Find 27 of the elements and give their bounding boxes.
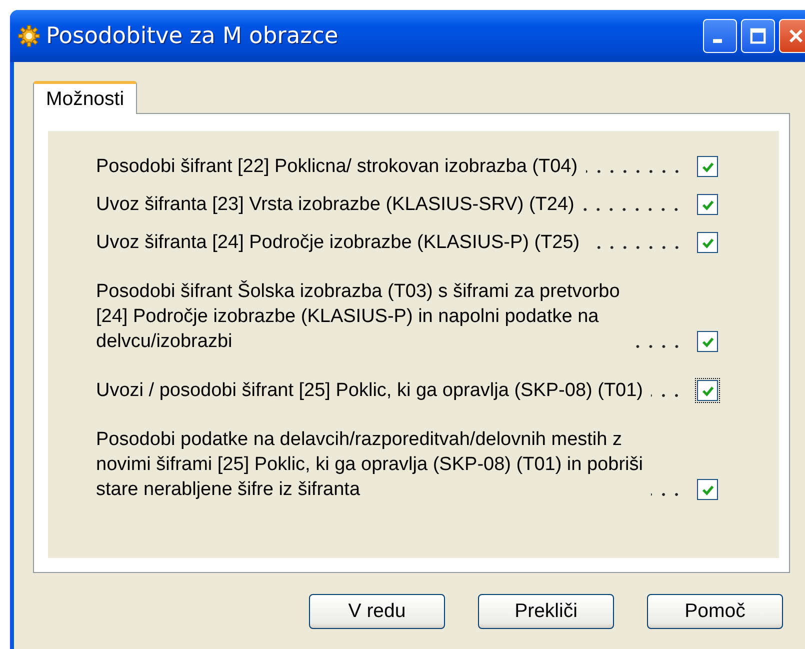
option-label: Posodobi šifrant Šolska izobrazba (T03) s šiframi za pretvorbo [24] Področje izobrazbe (KLASIUS-P) in napolni podatke na delvcu/izobrazbi: [96, 279, 620, 354]
checkbox[interactable]: [697, 479, 718, 500]
checkbox[interactable]: [697, 232, 718, 253]
minimize-icon: [712, 39, 722, 43]
dialog-button[interactable]: Prekliči: [478, 594, 614, 629]
checkmark-icon: [700, 384, 714, 398]
dialog-button[interactable]: Pomoč: [647, 594, 783, 629]
maximize-button[interactable]: [741, 19, 775, 53]
gear-icon: [18, 25, 40, 47]
checkmark-icon: [700, 198, 714, 212]
close-button[interactable]: [779, 19, 805, 53]
tab[interactable]: Možnosti: [33, 81, 138, 114]
checkmark-icon: [700, 482, 714, 496]
option-label: Posodobi šifrant [22] Poklicna/ strokovan izobrazba (T04): [96, 155, 578, 179]
dialog-button[interactable]: V redu: [309, 594, 445, 629]
minimize-button[interactable]: [703, 19, 737, 53]
option-label: Uvoz šifranta [23] Vrsta izobrazbe (KLASIUS-SRV) (T24): [96, 193, 574, 217]
window-title: Posodobitve za M obrazce: [46, 23, 338, 49]
checkmark-icon: [700, 236, 714, 250]
option-label: Uvozi / posodobi šifrant [25] Poklic, ki ga opravlja (SKP-08) (T01): [96, 379, 644, 403]
checkbox[interactable]: [697, 194, 718, 215]
checkbox[interactable]: [697, 331, 718, 352]
checkbox[interactable]: [697, 156, 718, 177]
checkmark-icon: [700, 334, 714, 348]
checkmark-icon: [700, 160, 714, 174]
option-label: Uvoz šifranta [24] Področje izobrazbe (KLASIUS-P) (T25): [96, 231, 580, 255]
option-label: Posodobi podatke na delavcih/razporeditvah/delovnih mestih z novimi šiframi [25] Poklic, ki ga opravlja (SKP-08) (T01) in pobriši stare nerabljene šifre iz šifranta: [96, 428, 643, 502]
